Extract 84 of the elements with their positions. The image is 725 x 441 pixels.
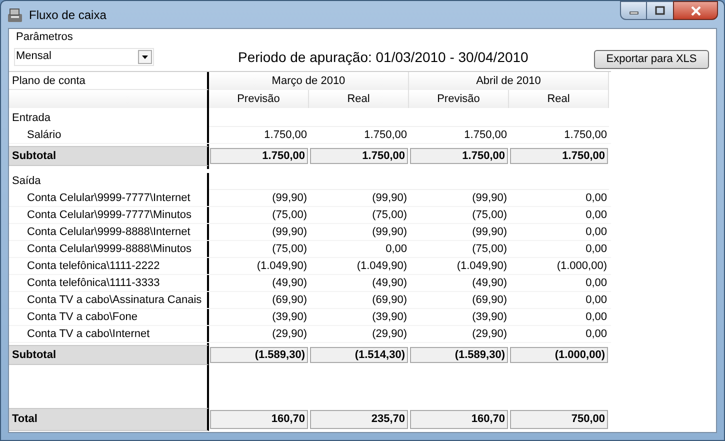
table-cell-text: (75,00) — [371, 208, 408, 223]
table-cell-text: (39,90) — [371, 310, 408, 325]
total-cell: (1.589,30) — [210, 347, 308, 363]
table-cell-text: 1.750,00 — [263, 128, 308, 143]
table-cell-text: (75,00) — [271, 242, 308, 257]
group-label: Saída — [9, 173, 209, 190]
table-cell-text: 0,00 — [584, 191, 608, 206]
column-header: Previsão — [209, 90, 309, 108]
table-cell-text: 0,00 — [584, 276, 608, 291]
close-button[interactable] — [673, 1, 718, 20]
export-button[interactable]: Exportar para XLS — [594, 50, 709, 69]
table-cell-text: 0,00 — [584, 310, 608, 325]
table-cell-text: (29,90) — [271, 327, 308, 342]
total-cell: (1.514,30) — [310, 347, 408, 363]
table-cell-text: (75,00) — [471, 208, 508, 223]
total-cell: 1.750,00 — [210, 148, 308, 164]
table-cell-text: (29,90) — [371, 327, 408, 342]
table-cell-text: (69,90) — [371, 293, 408, 308]
table-cell-text: (99,90) — [471, 225, 508, 240]
column-header: Previsão — [409, 90, 509, 108]
table-cell-text: 0,00 — [584, 327, 608, 342]
table-cell-text: (69,90) — [271, 293, 308, 308]
table-cell-text: (99,90) — [271, 225, 308, 240]
subtotal-label: Subtotal — [9, 345, 209, 365]
account-label: Conta telefônica\1111-2222 — [9, 258, 209, 274]
subtotal-label: Subtotal — [9, 146, 209, 166]
table-cell-text: (49,90) — [371, 276, 408, 291]
column-header: Real — [509, 90, 609, 108]
account-label: Conta Celular\9999-7777\Internet — [9, 190, 209, 206]
column-header: Real — [309, 90, 409, 108]
total-cell: (1.000,00) — [510, 347, 608, 363]
table-cell-text: (75,00) — [271, 208, 308, 223]
table-cell-text: (99,90) — [371, 225, 408, 240]
table-cell-text: (39,90) — [471, 310, 508, 325]
table-cell-text: (49,90) — [271, 276, 308, 291]
table-cell-text: (69,90) — [471, 293, 508, 308]
table-cell-text: 1.750,00 — [363, 128, 408, 143]
table-cell-text: (99,90) — [371, 191, 408, 206]
table-cell-text: 1.750,00 — [463, 128, 508, 143]
table-cell-text: 0,00 — [584, 225, 608, 240]
period-dropdown[interactable]: Mensal — [14, 48, 154, 66]
account-label: Conta TV a cabo\Internet — [9, 326, 209, 342]
total-cell: 1.750,00 — [410, 148, 508, 164]
table-cell-text: (39,90) — [271, 310, 308, 325]
close-icon — [690, 6, 702, 16]
cash-register-icon — [7, 6, 23, 22]
parameters-label: Parâmetros — [16, 30, 74, 44]
account-label: Conta TV a cabo\Fone — [9, 309, 209, 325]
total-cell: 160,70 — [410, 410, 508, 429]
period-text: Periodo de apuração: 01/03/2010 - 30/04/2010 — [238, 48, 528, 67]
table-cell-text: (99,90) — [271, 191, 308, 206]
table-cell-text: (99,90) — [471, 191, 508, 206]
table-cell-text: 0,00 — [384, 242, 408, 257]
account-label: Conta telefônica\1111-3333 — [9, 275, 209, 291]
account-label: Conta Celular\9999-8888\Minutos — [9, 241, 209, 257]
table-cell-text: (1.049,90) — [456, 259, 508, 274]
table-cell-text: (49,90) — [471, 276, 508, 291]
total-cell: 235,70 — [310, 410, 408, 429]
total-cell: 1.750,00 — [310, 148, 408, 164]
table-cell-text: (1.049,90) — [256, 259, 308, 274]
account-label: Salário — [9, 127, 209, 143]
maximize-icon — [655, 6, 665, 15]
maximize-button[interactable] — [647, 1, 673, 20]
account-label: Conta Celular\9999-7777\Minutos — [9, 207, 209, 223]
account-label: Conta Celular\9999-8888\Internet — [9, 224, 209, 240]
table-cell-text: (1.000,00) — [556, 259, 608, 274]
minimize-button[interactable] — [620, 1, 647, 20]
table-cell-text: 0,00 — [584, 208, 608, 223]
window-title: Fluxo de caixa — [29, 6, 106, 24]
table-cell-text: 0,00 — [584, 293, 608, 308]
table-cell-text: 0,00 — [584, 242, 608, 257]
total-cell: (1.589,30) — [410, 347, 508, 363]
table-cell-text: (29,90) — [471, 327, 508, 342]
account-label: Conta TV a cabo\Assinatura Canais — [9, 292, 209, 308]
total-cell: 160,70 — [210, 410, 308, 429]
group-label: Entrada — [9, 110, 209, 127]
total-cell: 1.750,00 — [510, 148, 608, 164]
table-cell-text: 1.750,00 — [563, 128, 608, 143]
table-cell-text: (75,00) — [471, 242, 508, 257]
total-cell: 750,00 — [510, 410, 608, 429]
table-cell-text: (1.049,90) — [356, 259, 408, 274]
total-label: Total — [9, 408, 209, 431]
month-header: Abril de 2010 — [409, 72, 609, 90]
month-header: Março de 2010 — [209, 72, 409, 90]
